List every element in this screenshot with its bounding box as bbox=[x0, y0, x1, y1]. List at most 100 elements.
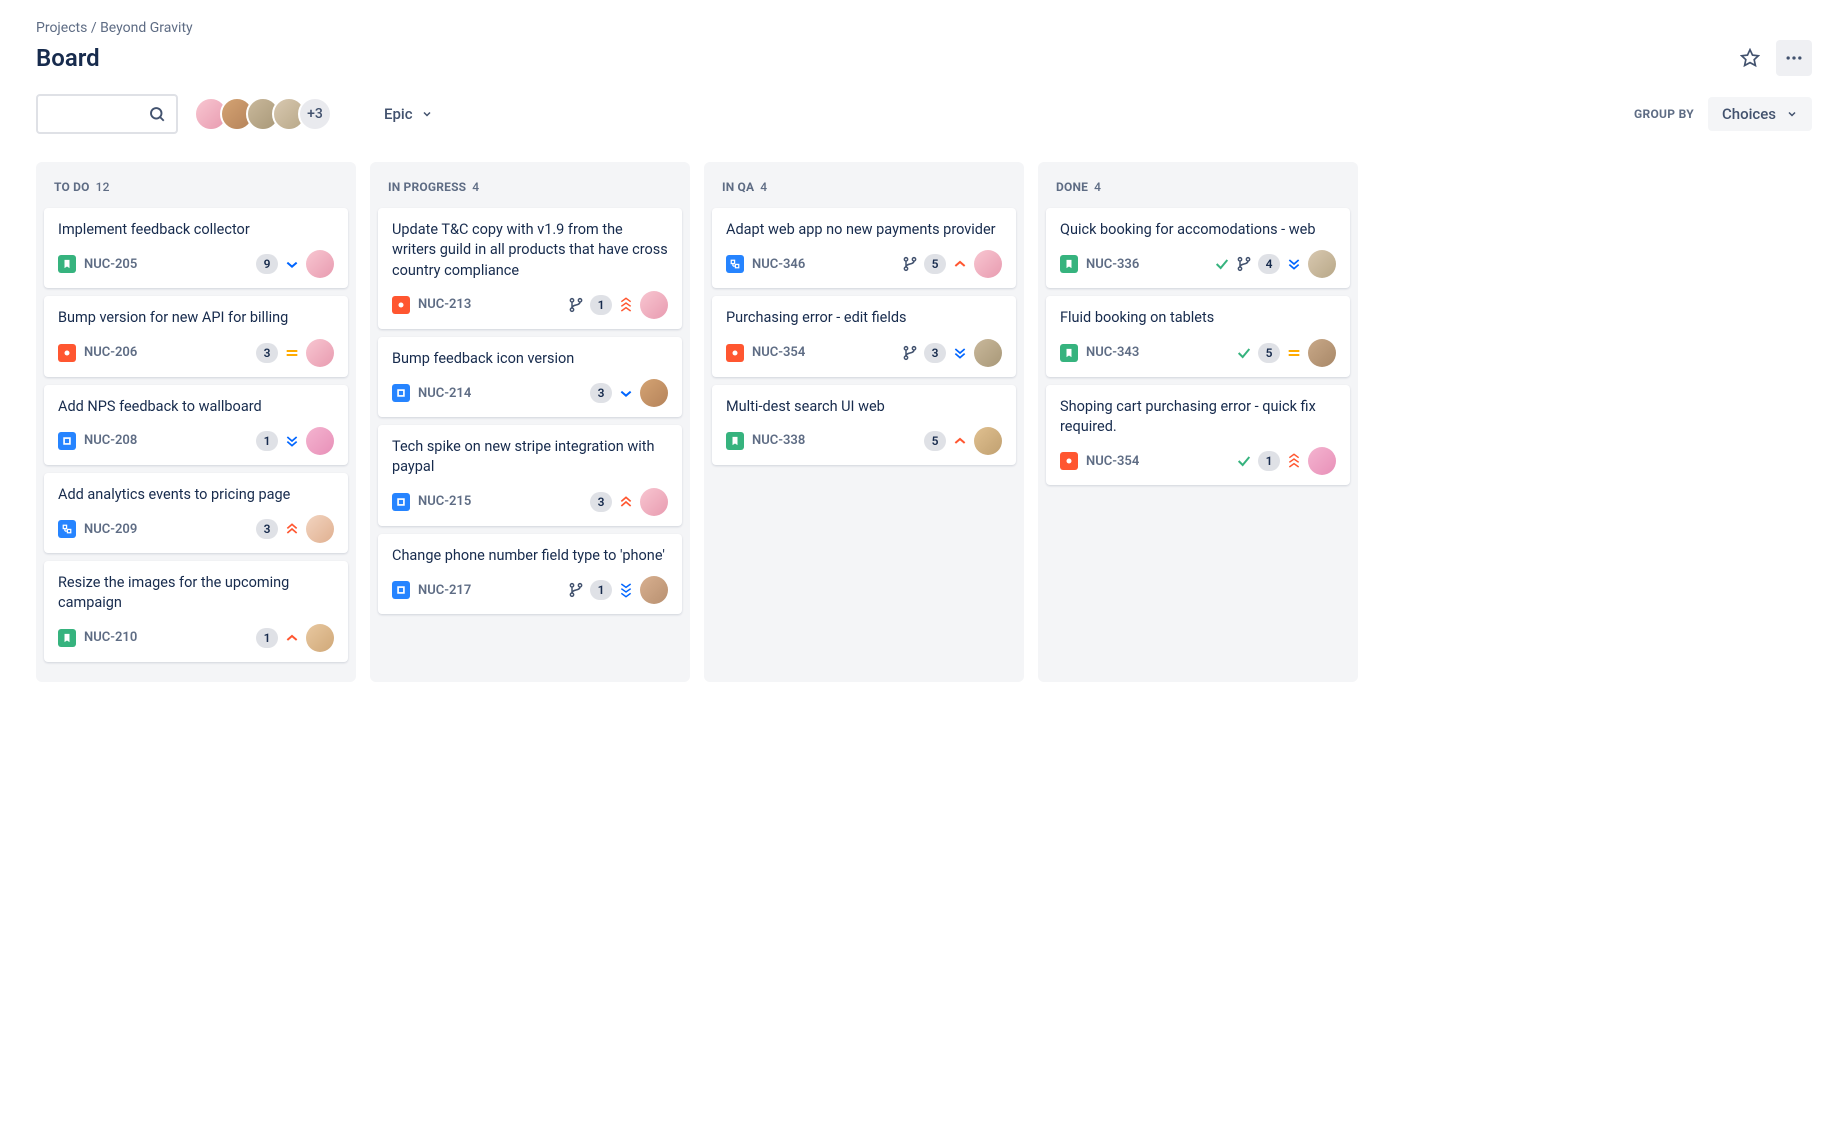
issue-card[interactable]: Update T&C copy with v1.9 from the write… bbox=[378, 208, 682, 329]
priority-medium-icon bbox=[1286, 345, 1302, 361]
story-points-badge: 3 bbox=[924, 343, 946, 363]
story-type-icon bbox=[1060, 255, 1078, 273]
card-title: Tech spike on new stripe integration wit… bbox=[392, 437, 668, 478]
story-points-badge: 5 bbox=[1258, 343, 1280, 363]
issue-key: NUC-217 bbox=[418, 583, 471, 598]
assignee-avatar[interactable] bbox=[1308, 447, 1336, 475]
issue-card[interactable]: Fluid booking on tablets NUC-343 5 bbox=[1046, 296, 1350, 376]
task-type-icon bbox=[392, 384, 410, 402]
assignee-avatar[interactable] bbox=[306, 624, 334, 652]
priority-minor-high-icon bbox=[952, 433, 968, 449]
priority-low-icon bbox=[284, 256, 300, 272]
assignee-avatar[interactable] bbox=[974, 427, 1002, 455]
board-column: DONE4 Quick booking for accomodations - … bbox=[1038, 162, 1358, 682]
issue-key: NUC-346 bbox=[752, 257, 805, 272]
card-title: Implement feedback collector bbox=[58, 220, 334, 240]
assignee-avatar[interactable] bbox=[640, 488, 668, 516]
assignee-avatar[interactable] bbox=[640, 291, 668, 319]
story-points-badge: 5 bbox=[924, 254, 946, 274]
board-column: IN PROGRESS4 Update T&C copy with v1.9 f… bbox=[370, 162, 690, 682]
assignee-avatar[interactable] bbox=[306, 427, 334, 455]
search-input[interactable] bbox=[36, 94, 178, 134]
assignee-avatar[interactable] bbox=[1308, 250, 1336, 278]
issue-card[interactable]: Bump version for new API for billing NUC… bbox=[44, 296, 348, 376]
story-points-badge: 1 bbox=[256, 628, 278, 648]
story-points-badge: 3 bbox=[256, 519, 278, 539]
priority-minor-high-icon bbox=[284, 630, 300, 646]
bug-type-icon bbox=[392, 296, 410, 314]
card-title: Bump feedback icon version bbox=[392, 349, 668, 369]
choices-label: Choices bbox=[1722, 105, 1776, 123]
issue-key: NUC-336 bbox=[1086, 257, 1139, 272]
priority-high-icon bbox=[284, 521, 300, 537]
story-points-badge: 1 bbox=[256, 431, 278, 451]
story-points-badge: 3 bbox=[590, 383, 612, 403]
story-points-badge: 5 bbox=[924, 431, 946, 451]
card-title: Fluid booking on tablets bbox=[1060, 308, 1336, 328]
issue-card[interactable]: Purchasing error - edit fields NUC-354 3 bbox=[712, 296, 1016, 376]
task-type-icon bbox=[392, 493, 410, 511]
assignee-avatar[interactable] bbox=[306, 515, 334, 543]
issue-card[interactable]: Adapt web app no new payments provider N… bbox=[712, 208, 1016, 288]
column-header: TO DO12 bbox=[44, 174, 348, 208]
breadcrumb-project-name[interactable]: Beyond Gravity bbox=[100, 20, 193, 36]
priority-highest-icon bbox=[618, 297, 634, 313]
subtask-type-icon bbox=[58, 520, 76, 538]
card-title: Change phone number field type to 'phone… bbox=[392, 546, 668, 566]
star-icon bbox=[1740, 48, 1760, 68]
priority-minor-high-icon bbox=[952, 256, 968, 272]
story-type-icon bbox=[58, 629, 76, 647]
priority-lowest-icon bbox=[1286, 256, 1302, 272]
assignee-avatar[interactable] bbox=[974, 339, 1002, 367]
star-button[interactable] bbox=[1732, 40, 1768, 76]
card-title: Quick booking for accomodations - web bbox=[1060, 220, 1336, 240]
group-by-dropdown[interactable]: Choices bbox=[1708, 97, 1812, 131]
breadcrumb: Projects / Beyond Gravity bbox=[36, 20, 1812, 36]
branch-icon bbox=[1236, 256, 1252, 272]
issue-card[interactable]: Shoping cart purchasing error - quick fi… bbox=[1046, 385, 1350, 486]
issue-card[interactable]: Multi-dest search UI web NUC-338 5 bbox=[712, 385, 1016, 465]
assignee-avatar[interactable] bbox=[974, 250, 1002, 278]
board-column: IN QA4 Adapt web app no new payments pro… bbox=[704, 162, 1024, 682]
more-button[interactable] bbox=[1776, 40, 1812, 76]
priority-highest-icon bbox=[1286, 453, 1302, 469]
branch-icon bbox=[568, 297, 584, 313]
priority-medium-icon bbox=[284, 345, 300, 361]
issue-card[interactable]: Change phone number field type to 'phone… bbox=[378, 534, 682, 614]
issue-key: NUC-215 bbox=[418, 494, 471, 509]
story-points-badge: 1 bbox=[590, 295, 612, 315]
issue-card[interactable]: Quick booking for accomodations - web NU… bbox=[1046, 208, 1350, 288]
priority-lowest-icon bbox=[284, 433, 300, 449]
issue-card[interactable]: Implement feedback collector NUC-205 9 bbox=[44, 208, 348, 288]
assignee-avatar[interactable] bbox=[1308, 339, 1336, 367]
card-title: Multi-dest search UI web bbox=[726, 397, 1002, 417]
story-points-badge: 9 bbox=[256, 254, 278, 274]
priority-lowest-icon bbox=[618, 582, 634, 598]
issue-card[interactable]: Add analytics events to pricing page NUC… bbox=[44, 473, 348, 553]
column-header: IN PROGRESS4 bbox=[378, 174, 682, 208]
priority-high-icon bbox=[618, 494, 634, 510]
issue-key: NUC-205 bbox=[84, 257, 137, 272]
assignee-avatar[interactable] bbox=[306, 339, 334, 367]
issue-card[interactable]: Tech spike on new stripe integration wit… bbox=[378, 425, 682, 526]
issue-key: NUC-354 bbox=[1086, 454, 1139, 469]
issue-key: NUC-354 bbox=[752, 345, 805, 360]
issue-key: NUC-343 bbox=[1086, 345, 1139, 360]
story-type-icon bbox=[726, 432, 744, 450]
check-icon bbox=[1236, 345, 1252, 361]
story-points-badge: 1 bbox=[590, 580, 612, 600]
issue-card[interactable]: Resize the images for the upcoming campa… bbox=[44, 561, 348, 662]
epic-dropdown[interactable]: Epic bbox=[372, 97, 445, 131]
issue-card[interactable]: Bump feedback icon version NUC-214 3 bbox=[378, 337, 682, 417]
branch-icon bbox=[568, 582, 584, 598]
story-type-icon bbox=[58, 255, 76, 273]
branch-icon bbox=[902, 345, 918, 361]
card-title: Update T&C copy with v1.9 from the write… bbox=[392, 220, 668, 281]
issue-card[interactable]: Add NPS feedback to wallboard NUC-208 1 bbox=[44, 385, 348, 465]
breadcrumb-projects[interactable]: Projects bbox=[36, 20, 87, 36]
issue-key: NUC-213 bbox=[418, 297, 471, 312]
assignee-avatar[interactable] bbox=[306, 250, 334, 278]
avatar-more[interactable]: +3 bbox=[298, 97, 332, 131]
assignee-avatar[interactable] bbox=[640, 379, 668, 407]
assignee-avatar[interactable] bbox=[640, 576, 668, 604]
